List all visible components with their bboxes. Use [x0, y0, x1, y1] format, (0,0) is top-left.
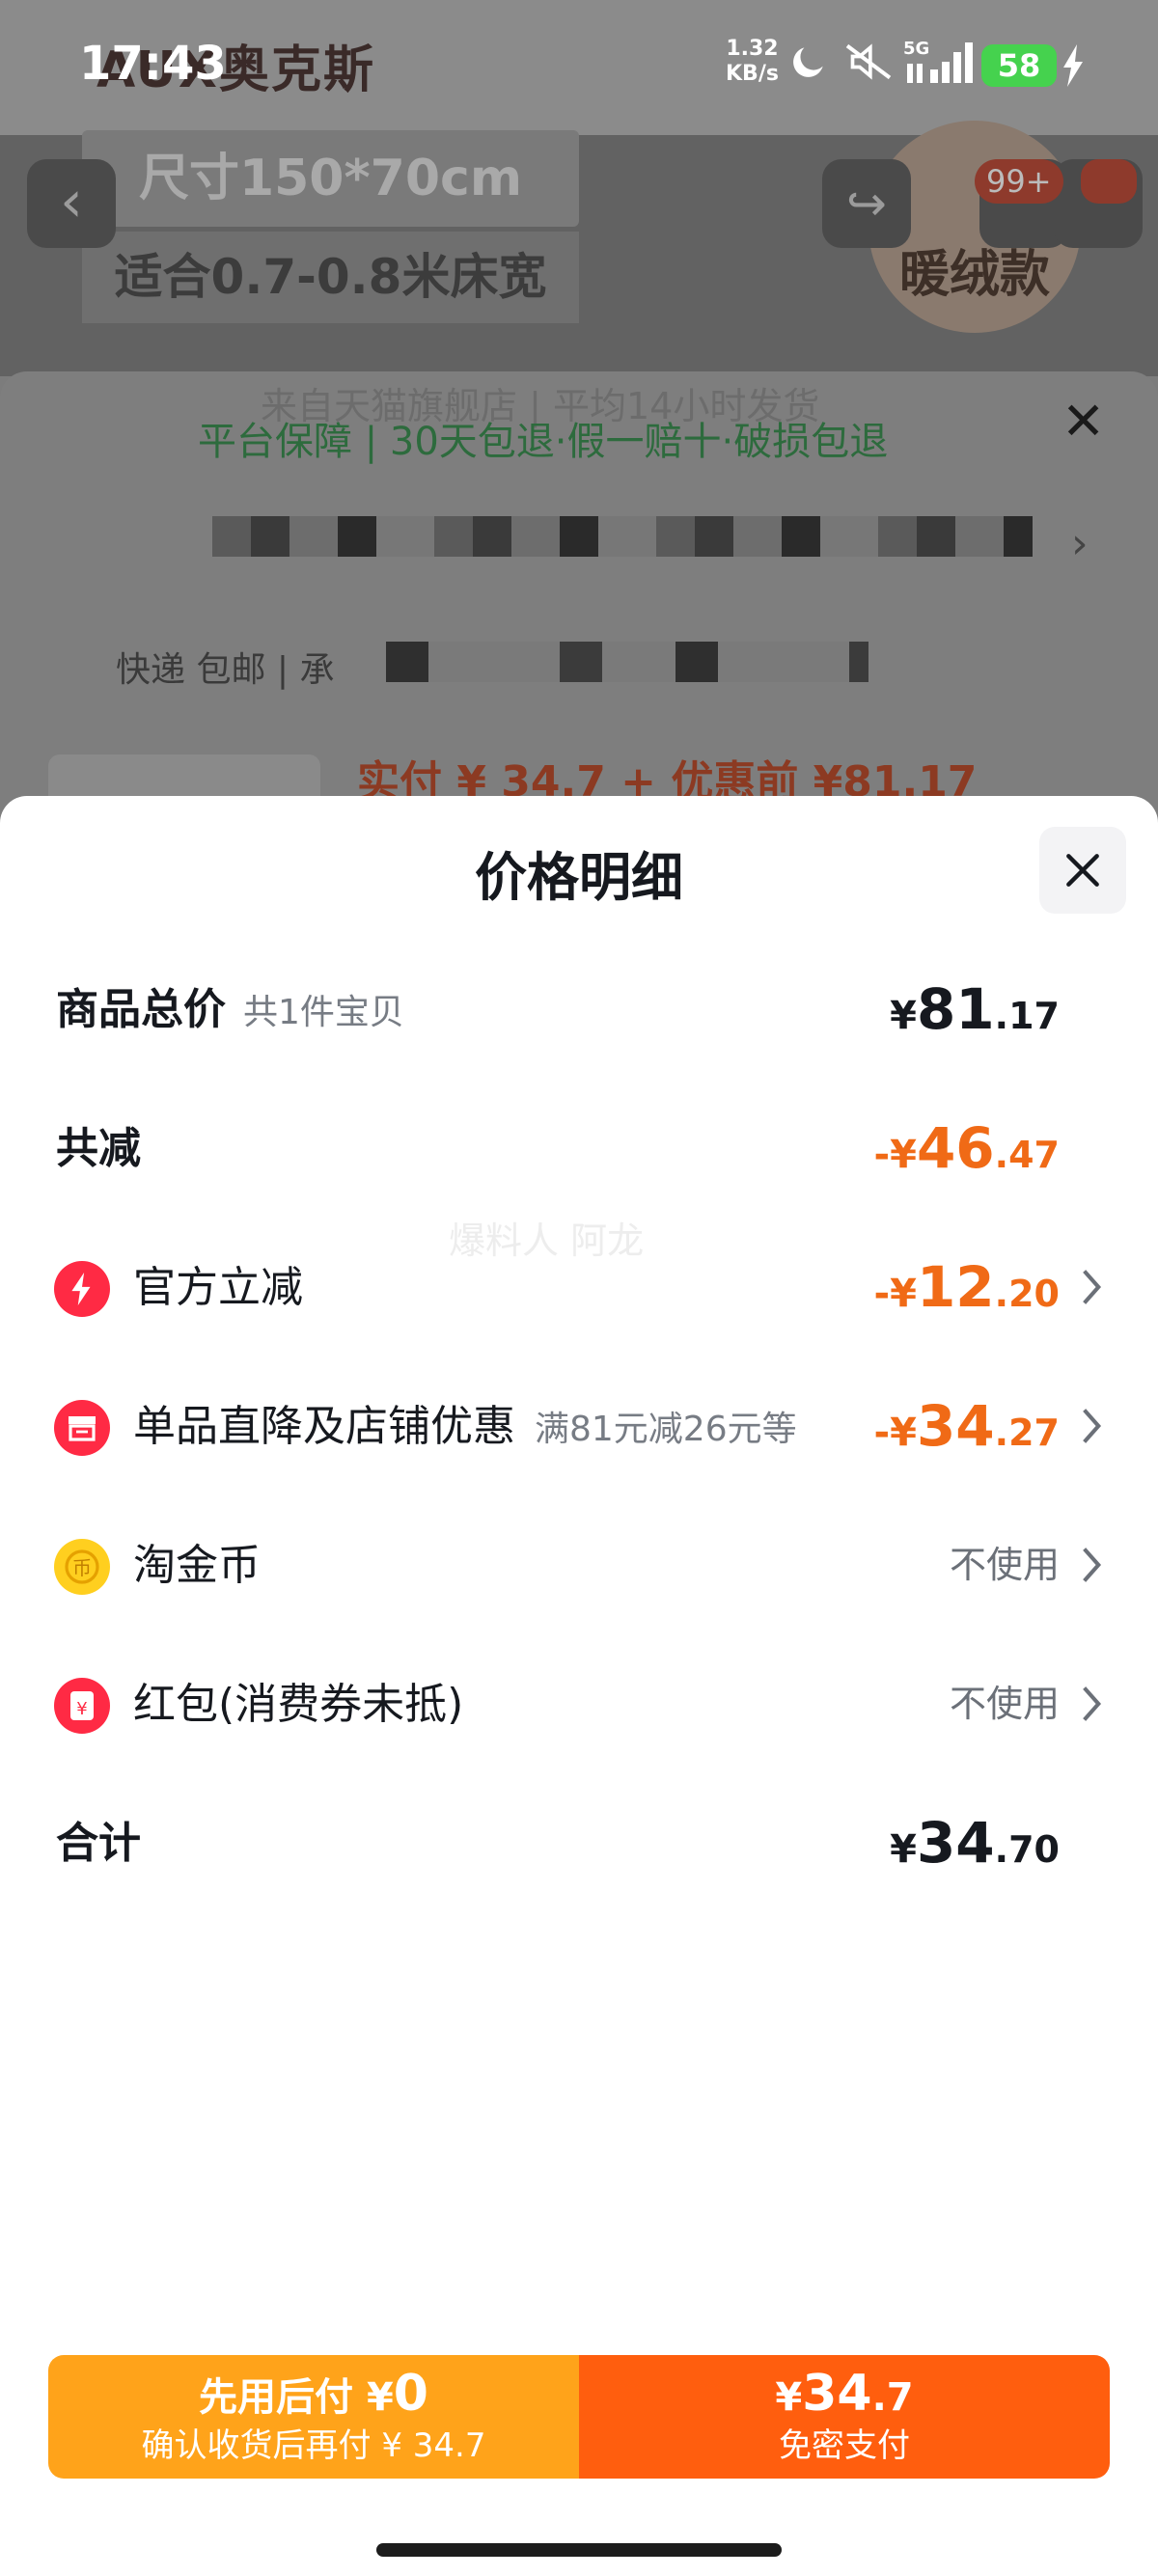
store-icon — [54, 1400, 110, 1456]
cart-count-badge: 99+ — [975, 159, 1063, 204]
official-discount-value: -¥12.20 — [873, 1254, 1060, 1320]
row-red-packet[interactable]: ¥ 红包(消费券未抵) 不使用 — [0, 1649, 1158, 1765]
chevron-right-icon — [1081, 1545, 1102, 1585]
row-label: 合计 — [56, 1819, 141, 1868]
row-label: 商品总价 共1件宝贝 — [56, 985, 404, 1034]
signal-icon: 5G — [903, 39, 973, 83]
row-label: 单品直降及店铺优惠 满81元减26元等 — [133, 1402, 797, 1451]
red-packet-icon: ¥ — [54, 1678, 110, 1734]
sku-sheet-close-icon[interactable]: ✕ — [1062, 391, 1105, 452]
redacted-content — [386, 642, 868, 682]
delivery-info: 快递 包邮 | 承 — [116, 650, 335, 690]
coin-icon: 币 — [54, 1539, 110, 1595]
network-speed: 1.32 KB/s — [726, 37, 779, 86]
chevron-right-icon — [1081, 1267, 1102, 1307]
lightning-icon — [54, 1261, 110, 1317]
clock: 17:43 — [79, 37, 227, 91]
pay-later-note: 确认收货后再付 ¥ 34.7 — [141, 2426, 486, 2465]
pay-later-amount: 0 — [393, 2365, 428, 2423]
payment-action-bar: 先用后付 ¥0 确认收货后再付 ¥ 34.7 ¥34.7 免密支付 — [48, 2355, 1110, 2479]
row-label: 官方立减 — [133, 1263, 303, 1312]
moon-icon — [793, 47, 823, 77]
store-promo-note: 满81元减26元等 — [535, 1410, 797, 1449]
red-packet-value: 不使用 — [949, 1683, 1060, 1725]
status-bar: 17:43 1.32 KB/s 5G 58 — [0, 0, 1158, 125]
pay-later-label: 先用后付 ¥ — [199, 2375, 394, 2420]
back-button[interactable]: ‹ — [27, 159, 116, 248]
background-page: AUX奥克斯 尺寸150*70cm 适合0.7-0.8米床宽 暖绒款 ‹ ↪ 9… — [0, 0, 1158, 873]
item-count: 共1件宝贝 — [243, 993, 404, 1032]
row-taobao-coins[interactable]: 币 淘金币 不使用 — [0, 1510, 1158, 1626]
product-bed-label: 适合0.7-0.8米床宽 — [82, 232, 579, 323]
mute-icon — [845, 43, 892, 80]
guarantee-info: 平台保障 | 30天包退·假一赔十·破损包退 — [198, 420, 889, 464]
home-indicator[interactable] — [376, 2543, 782, 2557]
share-icon: ↪ — [846, 176, 887, 232]
row-total-sum: 合计 ¥34.70 — [0, 1788, 1158, 1904]
pay-later-button[interactable]: 先用后付 ¥0 确认收货后再付 ¥ 34.7 — [48, 2355, 579, 2479]
chevron-right-icon: › — [1071, 519, 1089, 568]
row-store-discount[interactable]: 单品直降及店铺优惠 满81元减26元等 -¥34.27 — [0, 1371, 1158, 1487]
svg-text:币: 币 — [72, 1556, 92, 1579]
coins-value: 不使用 — [949, 1544, 1060, 1586]
pay-now-button[interactable]: ¥34.7 免密支付 — [579, 2355, 1110, 2479]
store-discount-value: -¥34.27 — [873, 1393, 1060, 1459]
product-size-label: 尺寸150*70cm — [82, 130, 579, 227]
row-official-discount[interactable]: 官方立减 -¥12.20 — [0, 1232, 1158, 1348]
battery-indicator: 58 — [981, 44, 1057, 87]
chevron-right-icon — [1081, 1684, 1102, 1724]
row-label: 红包(消费券未抵) — [133, 1680, 464, 1729]
row-total-price: 商品总价 共1件宝贝 ¥81.17 — [0, 954, 1158, 1070]
svg-text:¥: ¥ — [76, 1699, 87, 1719]
redacted-content — [212, 516, 1033, 557]
close-button[interactable] — [1039, 827, 1126, 914]
row-label: 共减 — [56, 1124, 141, 1173]
row-label: 淘金币 — [133, 1541, 261, 1590]
chevron-left-icon: ‹ — [60, 168, 83, 235]
price-preview-row: 实付 ¥ 34.7 + 优惠前 ¥81.17 — [48, 754, 1110, 807]
svg-text:5G: 5G — [903, 39, 929, 59]
total-price-value: ¥81.17 — [890, 976, 1060, 1042]
pay-now-amount: ¥34.7 — [775, 2365, 914, 2423]
row-total-discount: 共减 -¥46.47 — [0, 1093, 1158, 1209]
chevron-right-icon — [1081, 1406, 1102, 1446]
pay-now-label: 免密支付 — [779, 2426, 910, 2465]
share-button[interactable]: ↪ — [822, 159, 911, 248]
product-thumbnail — [48, 754, 320, 798]
sheet-title: 价格明细 — [475, 847, 683, 908]
total-discount-value: -¥46.47 — [873, 1115, 1060, 1181]
close-icon — [1066, 854, 1099, 887]
price-detail-sheet: 价格明细 爆料人 阿龙 商品总价 共1件宝贝 ¥81.17 共减 -¥46.47 … — [0, 796, 1158, 2576]
sum-value: ¥34.70 — [890, 1810, 1060, 1876]
message-badge — [1081, 159, 1137, 204]
charging-icon — [1063, 44, 1083, 87]
